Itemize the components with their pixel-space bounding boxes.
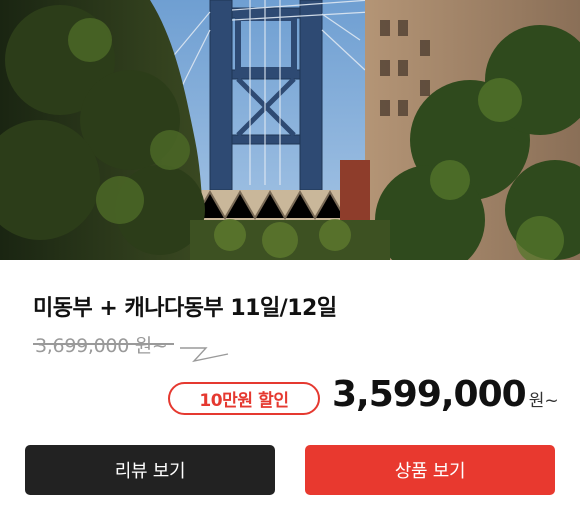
- original-price: 3,699,000 원~: [33, 331, 229, 363]
- product-card[interactable]: 미동부 + 캐나다동부 11일/12일 3,699,000 원~ 10만원 할인…: [0, 0, 580, 520]
- view-reviews-button[interactable]: 리뷰 보기: [25, 445, 275, 495]
- discount-badge: 10만원 할인: [168, 382, 320, 415]
- strikethrough-zigzag-icon: [180, 347, 229, 363]
- original-price-text: 3,699,000 원~: [35, 335, 168, 357]
- sale-price-amount: 3,599,000: [332, 374, 527, 415]
- sale-price: 3,599,000 원~: [332, 374, 559, 415]
- strikethrough-line: [33, 343, 174, 345]
- sale-price-unit: 원~: [528, 391, 559, 411]
- view-product-button[interactable]: 상품 보기: [305, 445, 555, 495]
- product-title: 미동부 + 캐나다동부 11일/12일: [33, 296, 337, 321]
- product-photo[interactable]: [0, 0, 580, 260]
